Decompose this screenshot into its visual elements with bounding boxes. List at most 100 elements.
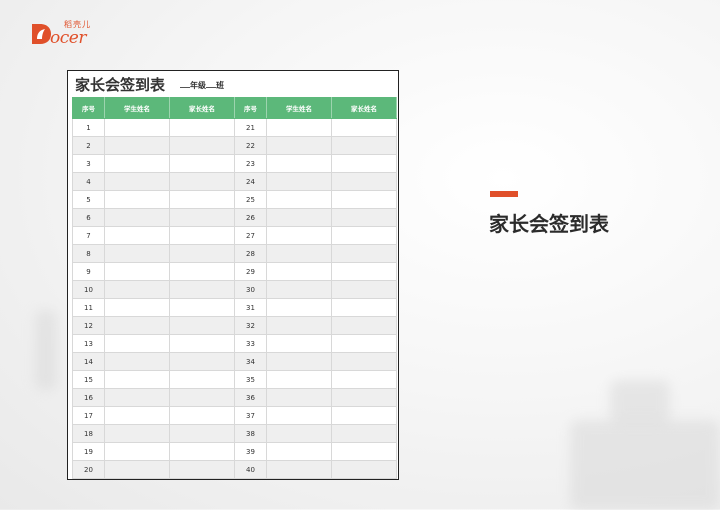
student-name-cell [104,172,170,191]
parent-name-cell [169,298,235,317]
student-name-cell [104,226,170,245]
table-row: 8 28 [72,244,397,263]
row-number-cell: 34 [234,352,267,371]
row-number-cell: 27 [234,226,267,245]
column-header: 学生姓名 [104,97,170,119]
student-name-cell [104,298,170,317]
parent-name-cell [169,280,235,299]
student-name-cell [266,316,332,335]
table-row: 15 35 [72,370,397,389]
parent-name-cell [169,244,235,263]
parent-name-cell [331,208,397,227]
column-header: 序号 [72,97,105,119]
parent-name-cell [169,460,235,479]
row-number-cell: 8 [72,244,105,263]
row-number-cell: 21 [234,118,267,137]
row-number-cell: 35 [234,370,267,389]
parent-name-cell [169,118,235,137]
student-name-cell [104,154,170,173]
student-name-cell [104,442,170,461]
accent-bar [490,191,518,197]
sign-in-sheet-preview[interactable]: 家长会签到表 年级班 序号 学生姓名 家长姓名 序号 学生姓名 家长姓名 1 21… [67,70,399,480]
student-name-cell [104,262,170,281]
parent-name-cell [331,280,397,299]
table-row: 9 29 [72,262,397,281]
student-name-cell [266,334,332,353]
row-number-cell: 25 [234,190,267,209]
class-label: 班 [216,81,224,90]
student-name-cell [104,136,170,155]
parent-name-cell [169,262,235,281]
background-shape [35,310,57,390]
table-row: 6 26 [72,208,397,227]
student-name-cell [266,154,332,173]
parent-name-cell [169,370,235,389]
docer-logo[interactable]: 稻壳儿 ocer [30,18,100,48]
column-header: 序号 [234,97,267,119]
row-number-cell: 22 [234,136,267,155]
student-name-cell [104,388,170,407]
student-name-cell [266,226,332,245]
student-name-cell [266,262,332,281]
student-name-cell [104,334,170,353]
row-number-cell: 15 [72,370,105,389]
table-row: 16 36 [72,388,397,407]
row-number-cell: 1 [72,118,105,137]
parent-name-cell [331,442,397,461]
table-row: 11 31 [72,298,397,317]
table-row: 12 32 [72,316,397,335]
table-row: 20 40 [72,460,397,479]
row-number-cell: 20 [72,460,105,479]
parent-name-cell [169,388,235,407]
student-name-cell [266,424,332,443]
docer-logo-icon [32,24,51,44]
table-row: 13 33 [72,334,397,353]
row-number-cell: 33 [234,334,267,353]
parent-name-cell [169,136,235,155]
student-name-cell [266,388,332,407]
table-row: 19 39 [72,442,397,461]
student-name-cell [266,442,332,461]
table-row: 4 24 [72,172,397,191]
class-line: 年级 班 [180,80,224,91]
student-name-cell [104,406,170,425]
student-name-cell [104,424,170,443]
student-name-cell [266,208,332,227]
parent-name-cell [331,298,397,317]
column-header: 学生姓名 [266,97,332,119]
parent-name-cell [169,190,235,209]
table-row: 7 27 [72,226,397,245]
parent-name-cell [331,334,397,353]
row-number-cell: 26 [234,208,267,227]
row-number-cell: 11 [72,298,105,317]
parent-name-cell [169,154,235,173]
background-shape [570,420,720,510]
student-name-cell [104,244,170,263]
student-name-cell [104,190,170,209]
parent-name-cell [169,316,235,335]
sign-in-table: 序号 学生姓名 家长姓名 序号 学生姓名 家长姓名 1 21 2 22 3 23 4 24 5 2… [72,97,397,479]
class-blank [206,80,216,88]
parent-name-cell [331,244,397,263]
row-number-cell: 10 [72,280,105,299]
parent-name-cell [331,316,397,335]
parent-name-cell [331,118,397,137]
student-name-cell [104,208,170,227]
student-name-cell [266,136,332,155]
row-number-cell: 12 [72,316,105,335]
row-number-cell: 39 [234,442,267,461]
table-row: 1 21 [72,118,397,137]
parent-name-cell [331,352,397,371]
row-number-cell: 7 [72,226,105,245]
parent-name-cell [331,388,397,407]
parent-name-cell [169,406,235,425]
row-number-cell: 19 [72,442,105,461]
parent-name-cell [169,424,235,443]
student-name-cell [266,190,332,209]
parent-name-cell [331,406,397,425]
table-header-row: 序号 学生姓名 家长姓名 序号 学生姓名 家长姓名 [72,97,397,119]
parent-name-cell [169,442,235,461]
row-number-cell: 30 [234,280,267,299]
table-row: 10 30 [72,280,397,299]
row-number-cell: 40 [234,460,267,479]
